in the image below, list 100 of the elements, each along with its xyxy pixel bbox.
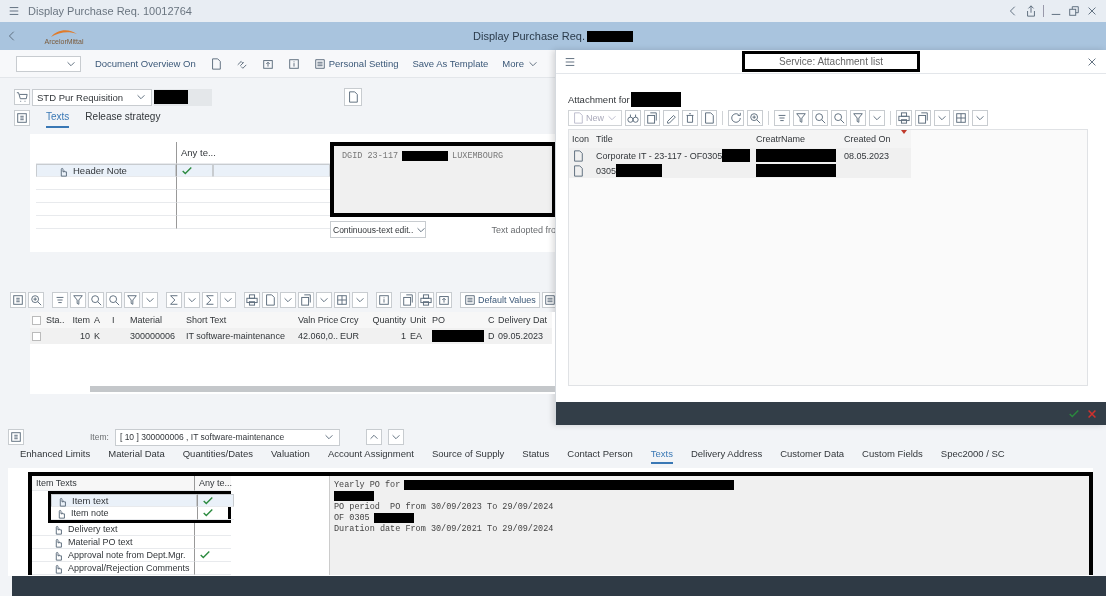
sort-button[interactable] xyxy=(774,110,790,126)
zoom-button[interactable] xyxy=(28,292,44,308)
item-dropdown[interactable]: [ 10 ] 300000006 , IT software-maintenance xyxy=(114,428,340,446)
column-header[interactable]: Crcy xyxy=(338,312,368,328)
filter-button[interactable] xyxy=(70,292,86,308)
column-header[interactable]: Icon xyxy=(569,130,593,148)
search-button[interactable] xyxy=(88,292,104,308)
select-all-checkbox[interactable] xyxy=(32,315,41,325)
editor-mode-dropdown[interactable]: Continuous-text edit.. xyxy=(330,221,426,238)
search-button[interactable] xyxy=(812,110,828,126)
column-header[interactable]: Item xyxy=(66,312,92,328)
tab[interactable]: Quantities/Dates xyxy=(182,446,253,464)
menu-icon[interactable] xyxy=(8,5,20,17)
close-icon[interactable] xyxy=(1086,5,1098,17)
filter-button[interactable] xyxy=(793,110,809,126)
printer-button[interactable] xyxy=(244,292,260,308)
tab[interactable]: Texts xyxy=(46,108,70,128)
text-type-item[interactable]: Item note xyxy=(51,507,197,520)
document-button[interactable] xyxy=(701,110,717,126)
toolbar-button[interactable]: Save As Template xyxy=(412,58,489,69)
check-icon[interactable] xyxy=(1068,407,1080,420)
filter-button[interactable] xyxy=(850,110,866,126)
tab[interactable]: Valuation xyxy=(270,446,310,464)
sum-button[interactable] xyxy=(166,292,182,308)
text-type-item[interactable]: Delivery text xyxy=(32,523,194,536)
toolbar-button[interactable]: Document Overview On xyxy=(94,58,196,69)
caret-button[interactable] xyxy=(352,292,368,308)
document-number-field[interactable] xyxy=(154,88,212,106)
tab[interactable]: Account Assignment xyxy=(327,446,414,464)
tab[interactable]: Release strategy xyxy=(85,108,161,128)
tab[interactable]: Spec2000 / SC xyxy=(940,446,1005,464)
tab[interactable]: Contact Person xyxy=(567,446,633,464)
column-header[interactable]: Valn Price xyxy=(296,312,338,328)
more-menu-button[interactable]: More xyxy=(502,57,539,70)
zoom-button[interactable] xyxy=(747,110,763,126)
tab[interactable]: Enhanced Limits xyxy=(20,446,91,464)
collapse-button[interactable] xyxy=(14,110,30,126)
copy-button[interactable] xyxy=(298,292,314,308)
text-type-item[interactable]: Approval/Rejection Comments xyxy=(32,562,194,575)
caret-button[interactable] xyxy=(184,292,200,308)
dropdown-field[interactable] xyxy=(16,55,81,72)
column-header[interactable]: A xyxy=(92,312,110,328)
search-button[interactable] xyxy=(831,110,847,126)
cross-icon[interactable] xyxy=(1086,407,1098,420)
caret-button[interactable] xyxy=(316,292,332,308)
next-button[interactable] xyxy=(387,429,404,445)
column-header[interactable]: C xyxy=(486,312,496,328)
filter-button[interactable] xyxy=(124,292,140,308)
grid-button[interactable] xyxy=(334,292,350,308)
tab[interactable]: Customer Data xyxy=(780,446,845,464)
text-type-item[interactable]: Item text xyxy=(51,494,197,507)
scrollbar[interactable] xyxy=(90,386,555,392)
text-type-item[interactable]: Header Note xyxy=(36,164,176,177)
text-type-item[interactable]: Approval note from Dept.Mgr. xyxy=(32,549,194,562)
document-icon[interactable] xyxy=(572,164,584,177)
personal-setting-button[interactable]: Personal Setting xyxy=(313,57,399,70)
column-header[interactable]: PO xyxy=(430,312,486,328)
previous-button[interactable] xyxy=(365,429,382,445)
caret-button[interactable] xyxy=(142,292,158,308)
printer-button[interactable] xyxy=(418,292,434,308)
caret-button[interactable] xyxy=(869,110,885,126)
trash-button[interactable] xyxy=(682,110,698,126)
collapse-button[interactable] xyxy=(10,292,26,308)
column-header[interactable]: Short Text xyxy=(184,312,296,328)
tab[interactable]: Texts xyxy=(650,446,673,464)
upload-button[interactable] xyxy=(261,57,274,70)
default-values-button[interactable]: Default Values xyxy=(460,292,540,308)
document-button[interactable] xyxy=(209,57,222,70)
text-type-item[interactable]: Material PO text xyxy=(32,536,194,549)
row-checkbox[interactable] xyxy=(32,331,41,341)
tab[interactable]: Delivery Address xyxy=(690,446,763,464)
document-button[interactable] xyxy=(262,292,278,308)
caret-button[interactable] xyxy=(934,110,950,126)
sort-button[interactable] xyxy=(52,292,68,308)
column-header[interactable]: Material xyxy=(128,312,184,328)
info-button[interactable] xyxy=(376,292,392,308)
collapse-button[interactable] xyxy=(8,429,24,445)
upload-button[interactable] xyxy=(436,292,452,308)
caret-button[interactable] xyxy=(972,110,988,126)
refresh-button[interactable] xyxy=(728,110,744,126)
column-header[interactable]: I xyxy=(110,312,128,328)
list-button[interactable] xyxy=(541,292,555,308)
copy-button[interactable] xyxy=(915,110,931,126)
tab[interactable]: Custom Fields xyxy=(862,446,923,464)
text-editor[interactable]: DGID 23-117 LUXEMBOURG xyxy=(330,142,555,217)
tab[interactable]: Material Data xyxy=(108,446,165,464)
share-icon[interactable] xyxy=(1025,5,1037,17)
document-button[interactable] xyxy=(344,88,362,106)
tab[interactable]: Status xyxy=(522,446,550,464)
printer-button[interactable] xyxy=(896,110,912,126)
column-header[interactable]: Title xyxy=(593,130,753,148)
document-type-dropdown[interactable]: STD Pur Requisition xyxy=(32,88,152,106)
copy-button[interactable] xyxy=(644,110,660,126)
info-button[interactable] xyxy=(287,57,300,70)
search-button[interactable] xyxy=(106,292,122,308)
cart-button[interactable] xyxy=(14,89,30,105)
restore-icon[interactable] xyxy=(1068,5,1080,17)
document-icon[interactable] xyxy=(572,149,584,162)
caret-button[interactable] xyxy=(280,292,296,308)
tab[interactable]: Source of Supply xyxy=(431,446,505,464)
